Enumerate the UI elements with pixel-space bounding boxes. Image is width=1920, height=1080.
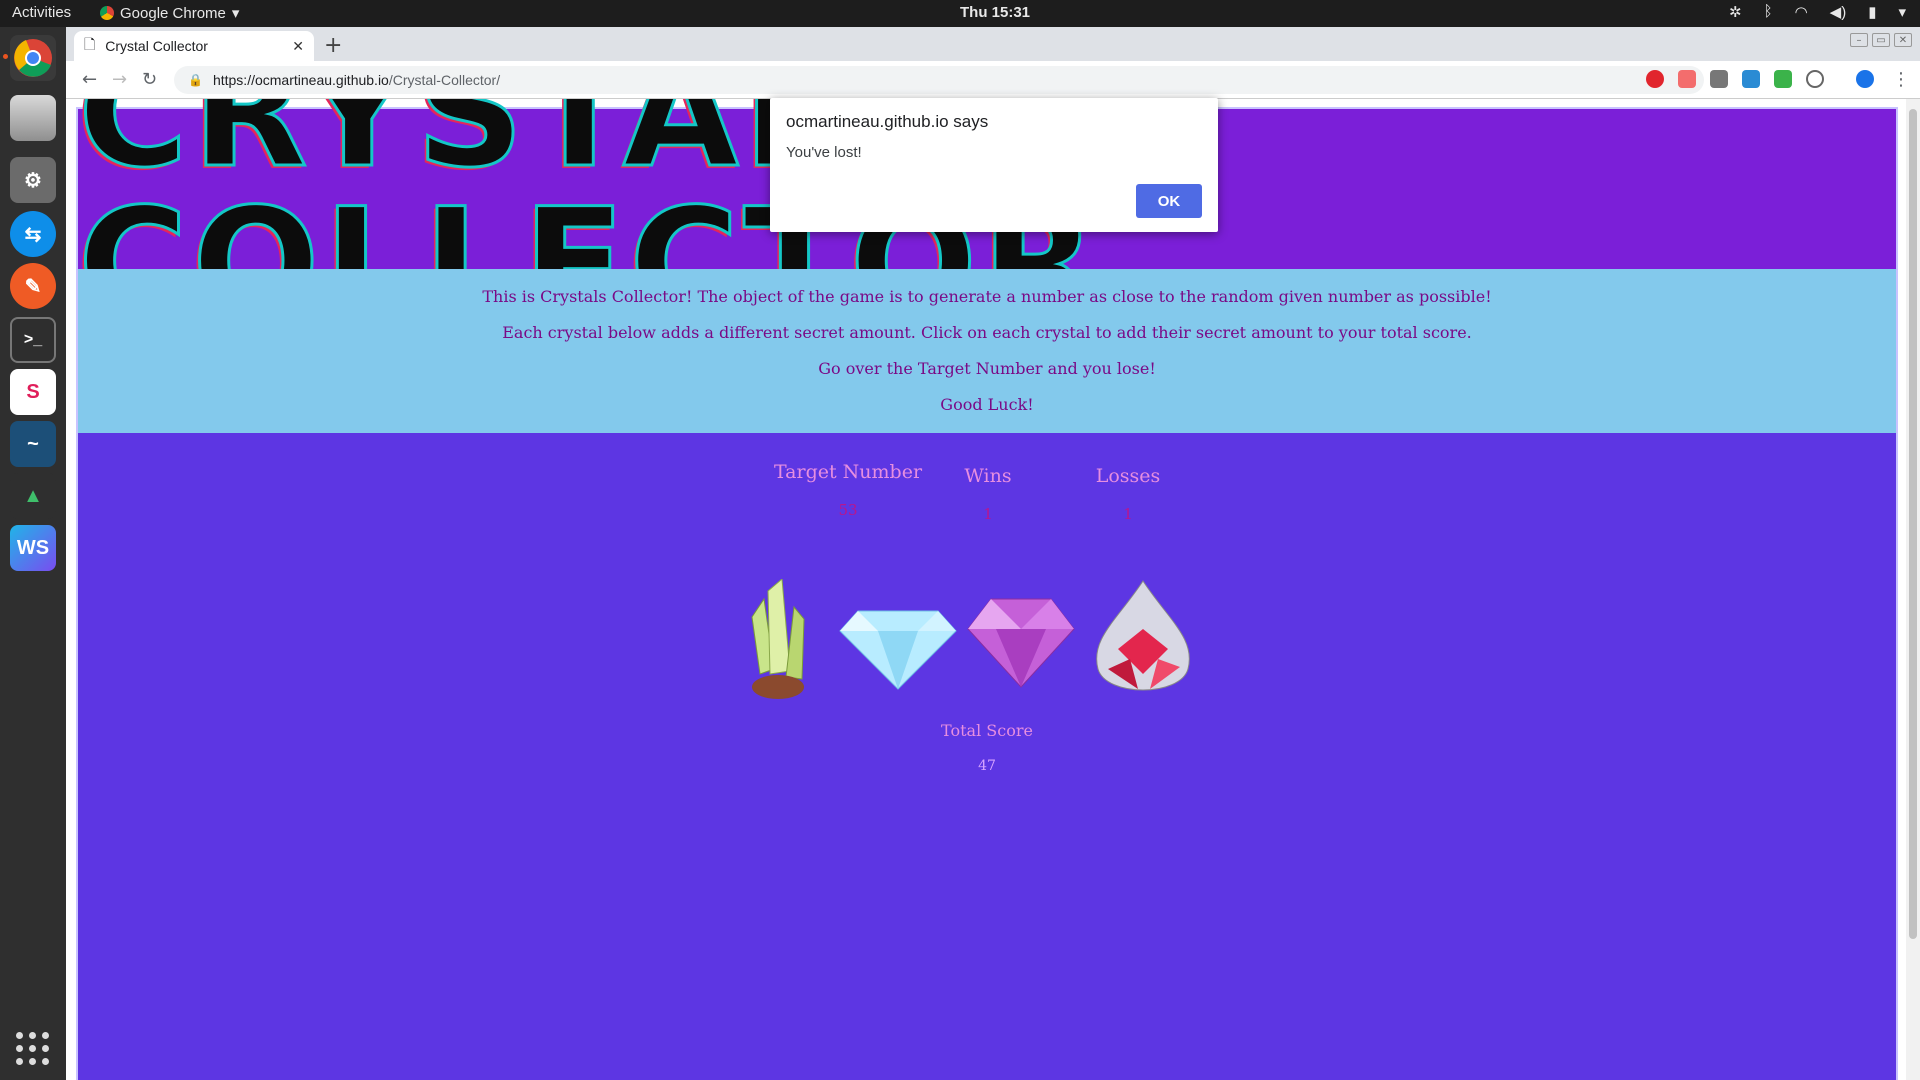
lock-icon: 🔒 xyxy=(188,73,203,87)
forward-icon[interactable]: → xyxy=(112,69,127,90)
instruction-line: Good Luck! xyxy=(940,395,1034,414)
show-applications-icon[interactable] xyxy=(16,1032,50,1066)
url-path: /Crystal-Collector/ xyxy=(388,72,501,88)
instruction-line: Each crystal below adds a different secr… xyxy=(502,323,1472,342)
back-icon[interactable]: ← xyxy=(82,69,97,90)
page-scrollbar[interactable] xyxy=(1906,99,1920,1080)
tab-crystal-collector[interactable]: 🗋 Crystal Collector ✕ xyxy=(74,31,314,61)
losses-value: 1 xyxy=(1123,505,1133,523)
chrome-icon[interactable] xyxy=(10,35,56,81)
address-bar[interactable]: 🔒 https://ocmartineau.github.io/Crystal-… xyxy=(174,66,1704,94)
maximize-button[interactable]: ▭ xyxy=(1872,33,1890,47)
scrollbar-thumb[interactable] xyxy=(1909,109,1917,939)
wifi-icon[interactable]: ◠ xyxy=(1795,3,1808,21)
clock[interactable]: Thu 15:31 xyxy=(960,4,1030,21)
crystals-row xyxy=(738,579,1218,709)
minimize-button[interactable]: – xyxy=(1850,33,1868,47)
instructions-panel: This is Crystals Collector! The object o… xyxy=(78,269,1896,433)
purple-crystal[interactable] xyxy=(966,589,1076,689)
system-top-bar: Activities Google Chrome ▾ Thu 15:31 ✲ ᛒ… xyxy=(0,0,1920,27)
more-menu-icon[interactable]: ⋮ xyxy=(1892,69,1910,90)
battery-icon[interactable]: ▮ xyxy=(1868,3,1876,21)
target-number-label: Target Number xyxy=(773,461,923,483)
dock: ⚙ ⇆ ✎ >_ S ~ ▲ WS xyxy=(0,27,66,1080)
settings-icon[interactable]: ⚙ xyxy=(10,157,56,203)
reload-icon[interactable]: ↻ xyxy=(142,69,157,90)
losses-label: Losses xyxy=(1095,465,1161,487)
instruction-line: Go over the Target Number and you lose! xyxy=(818,359,1156,378)
activities-button[interactable]: Activities xyxy=(12,4,71,21)
system-tray[interactable]: ✲ ᛒ ◠ ◀) ▮ ▾ xyxy=(1729,3,1906,21)
app-menu-label: Google Chrome xyxy=(120,4,226,22)
app-menu[interactable]: Google Chrome ▾ xyxy=(100,4,239,22)
new-extension-icon[interactable] xyxy=(1774,70,1792,88)
chevron-down-icon: ▾ xyxy=(231,5,240,22)
bluetooth-icon[interactable]: ᛒ xyxy=(1764,3,1773,21)
total-score-value: 47 xyxy=(978,758,996,774)
green-crystal[interactable] xyxy=(738,579,818,704)
browser-toolbar: ← → ↻ 🔒 https://ocmartineau.github.io/Cr… xyxy=(66,61,1920,99)
gitkraken-icon[interactable]: ▲ xyxy=(10,473,56,519)
wins-value: 1 xyxy=(983,505,993,523)
extension-icon[interactable] xyxy=(1806,70,1824,88)
diamond-crystal[interactable] xyxy=(838,591,958,691)
alert-dialog: ocmartineau.github.io says You've lost! … xyxy=(770,98,1218,232)
new-tab-button[interactable]: + xyxy=(324,33,342,58)
target-number-value: 53 xyxy=(838,501,858,519)
target-number-block: Target Number 53 xyxy=(768,461,928,519)
chrome-small-icon xyxy=(100,6,114,20)
game-page: CRYSTALS COLLECTOR This is Crystals Coll… xyxy=(76,99,1898,1080)
extension-icon[interactable] xyxy=(1678,70,1696,88)
dialog-message: You've lost! xyxy=(786,144,862,161)
close-tab-icon[interactable]: ✕ xyxy=(292,38,304,55)
chevron-down-icon[interactable]: ▾ xyxy=(1898,3,1906,21)
instruction-line: This is Crystals Collector! The object o… xyxy=(482,287,1492,306)
postman-icon[interactable]: ✎ xyxy=(10,263,56,309)
ok-button[interactable]: OK xyxy=(1136,184,1202,218)
files-icon[interactable] xyxy=(10,95,56,141)
tab-title: Crystal Collector xyxy=(105,38,208,54)
score-block: Total Score 47 xyxy=(78,721,1896,774)
terminal-icon[interactable]: >_ xyxy=(10,317,56,363)
close-window-button[interactable]: ✕ xyxy=(1894,33,1912,47)
slack-icon[interactable]: S xyxy=(10,369,56,415)
teamviewer-icon[interactable]: ⇆ xyxy=(10,211,56,257)
total-score-label: Total Score xyxy=(941,721,1033,740)
profile-avatar[interactable] xyxy=(1856,70,1874,88)
wins-block: Wins 1 xyxy=(908,465,1068,523)
tab-strip: 🗋 Crystal Collector ✕ + – ▭ ✕ xyxy=(66,27,1920,61)
losses-block: Losses 1 xyxy=(1048,465,1208,523)
dialog-title: ocmartineau.github.io says xyxy=(786,112,989,131)
wins-label: Wins xyxy=(964,465,1012,487)
red-crystal[interactable] xyxy=(1088,579,1198,704)
running-indicator xyxy=(3,54,8,59)
opera-extension-icon[interactable] xyxy=(1646,70,1664,88)
page-icon: 🗋 xyxy=(84,36,96,52)
sync-extension-icon[interactable] xyxy=(1742,70,1760,88)
url-host: https://ocmartineau.github.io xyxy=(212,72,389,88)
volume-icon[interactable]: ◀) xyxy=(1830,3,1847,21)
webstorm-icon[interactable]: WS xyxy=(10,525,56,571)
settings-gear-icon[interactable]: ✲ xyxy=(1729,3,1742,21)
window-controls: – ▭ ✕ xyxy=(1850,33,1912,47)
page-viewport: CRYSTALS COLLECTOR This is Crystals Coll… xyxy=(66,99,1920,1080)
mysql-workbench-icon[interactable]: ~ xyxy=(10,421,56,467)
bug-extension-icon[interactable] xyxy=(1710,70,1728,88)
